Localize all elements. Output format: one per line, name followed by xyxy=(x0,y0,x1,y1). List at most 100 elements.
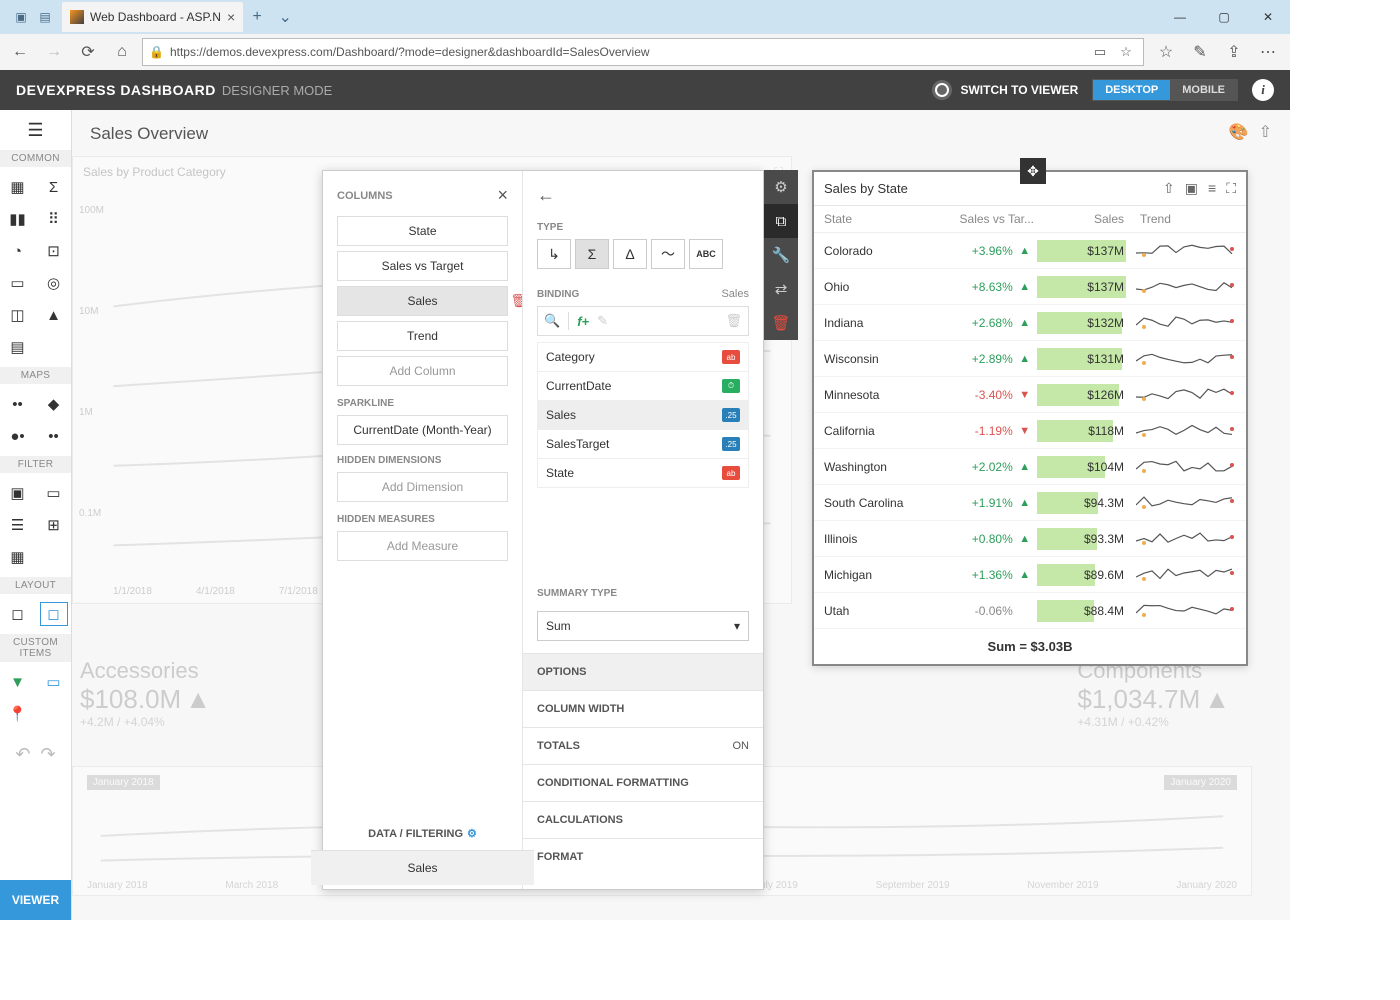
reading-view-icon[interactable]: ▭ xyxy=(1089,44,1111,60)
favorite-icon[interactable]: ☆ xyxy=(1115,44,1137,60)
window-maximize[interactable]: ▢ xyxy=(1202,2,1246,32)
switch-to-viewer-button[interactable]: SWITCH TO VIEWER xyxy=(932,80,1078,100)
totals-section[interactable]: TOTALSON xyxy=(523,727,763,764)
tab-close-icon[interactable]: × xyxy=(227,9,235,25)
add-dimension-button[interactable]: Add Dimension xyxy=(337,472,508,502)
sys-icon[interactable]: ▤ xyxy=(34,6,56,28)
scatter-icon[interactable]: ⠿ xyxy=(40,207,68,231)
type-measure-icon[interactable]: Σ xyxy=(575,239,609,269)
group-icon[interactable]: ◻ xyxy=(4,602,32,626)
calculations-section[interactable]: CALCULATIONS xyxy=(523,801,763,838)
mobile-toggle[interactable]: MOBILE xyxy=(1170,80,1237,100)
kpi-accessories[interactable]: Accessories $108.0M▲ +4.2M / +4.04% xyxy=(80,658,211,729)
gear-icon[interactable]: ⚙ xyxy=(764,170,798,204)
export-icon[interactable]: ⇧ xyxy=(1163,180,1175,197)
address-bar[interactable]: 🔒 https://demos.devexpress.com/Dashboard… xyxy=(142,38,1144,66)
binding-icon[interactable]: ⧉ xyxy=(764,204,798,238)
fx-icon[interactable]: f+ xyxy=(577,314,589,329)
notes-icon[interactable]: ✎ xyxy=(1184,42,1216,62)
table-row[interactable]: Indiana+2.68%▲$132M xyxy=(814,305,1246,341)
tab-container-icon[interactable]: ◻ xyxy=(40,602,68,626)
window-close[interactable]: ✕ xyxy=(1246,2,1290,32)
panel-footer-tab[interactable]: Sales xyxy=(311,850,534,885)
binding-item-sales[interactable]: Sales.25 xyxy=(537,401,749,430)
conditional-formatting-section[interactable]: CONDITIONAL FORMATTING xyxy=(523,764,763,801)
grid-icon[interactable]: ▦ xyxy=(4,175,32,199)
wrench-icon[interactable]: 🔧 xyxy=(764,238,798,272)
table-row[interactable]: Wisconsin+2.89%▲$131M xyxy=(814,341,1246,377)
export-icon[interactable]: ⇧ xyxy=(1259,122,1272,142)
close-icon[interactable]: × xyxy=(497,185,508,206)
gauge-icon[interactable]: ⊡ xyxy=(40,239,68,263)
forward-button[interactable]: → xyxy=(40,38,68,66)
table-row[interactable]: Ohio+8.63%▲$137M xyxy=(814,269,1246,305)
combobox-icon[interactable]: ▭ xyxy=(40,481,68,505)
table-row[interactable]: California-1.19%▼$118M xyxy=(814,413,1246,449)
column-item-sales[interactable]: Sales🗑 xyxy=(337,286,508,316)
data-filtering-button[interactable]: DATA / FILTERING⚙ xyxy=(323,817,522,850)
move-handle-icon[interactable]: ✥ xyxy=(1020,158,1046,184)
kpi-components[interactable]: Components $1,034.7M▲ +4.31M / +0.42% xyxy=(1077,658,1230,729)
redo-icon[interactable]: ↷ xyxy=(41,744,56,765)
binding-search[interactable]: 🔍 f+ ✎ 🗑 xyxy=(537,306,749,336)
back-button[interactable]: ← xyxy=(6,38,34,66)
geo-point-icon[interactable]: •• xyxy=(4,392,32,416)
table-row[interactable]: Colorado+3.96%▲$137M xyxy=(814,233,1246,269)
type-delta-icon[interactable]: Δ xyxy=(613,239,647,269)
add-measure-button[interactable]: Add Measure xyxy=(337,531,508,561)
device-toggle[interactable]: DESKTOP MOBILE xyxy=(1092,79,1238,101)
bubble-map-icon[interactable]: ●• xyxy=(4,424,32,448)
binding-item-category[interactable]: Categoryab xyxy=(537,342,749,372)
delete-icon[interactable]: 🗑 xyxy=(764,306,798,340)
new-tab-button[interactable]: + xyxy=(243,8,271,26)
back-arrow-icon[interactable]: ← xyxy=(537,185,749,206)
type-dimension-icon[interactable]: ↳ xyxy=(537,239,571,269)
table-row[interactable]: Washington+2.02%▲$104M xyxy=(814,449,1246,485)
pin-icon[interactable]: 📍 xyxy=(4,702,32,726)
pie-map-icon[interactable]: •• xyxy=(40,424,68,448)
date-filter-icon[interactable]: ▦ xyxy=(4,545,32,569)
choropleth-icon[interactable]: ◆ xyxy=(40,392,68,416)
listbox-icon[interactable]: ☰ xyxy=(4,513,32,537)
column-item-sales-vs-target[interactable]: Sales vs Target xyxy=(337,251,508,281)
type-sparkline-icon[interactable]: 〜 xyxy=(651,239,685,269)
maximize-icon[interactable]: ⛶ xyxy=(1226,180,1236,197)
table-row[interactable]: Minnesota-3.40%▼$126M xyxy=(814,377,1246,413)
image-icon[interactable]: ▲ xyxy=(40,303,68,327)
browser-tab[interactable]: Web Dashboard - ASP.N × xyxy=(62,2,243,32)
edit-icon[interactable]: ✎ xyxy=(597,313,608,329)
binding-item-salestarget[interactable]: SalesTarget.25 xyxy=(537,430,749,459)
sys-icon[interactable]: ▣ xyxy=(10,6,32,28)
palette-icon[interactable]: 🎨 xyxy=(1229,122,1249,142)
sales-by-state-grid[interactable]: ✥ Sales by State ⇧ ▣ ≡ ⛶ State Sales vs … xyxy=(812,170,1248,666)
trash-icon[interactable]: 🗑 xyxy=(510,293,522,309)
viewer-button[interactable]: VIEWER xyxy=(0,880,71,920)
bar-chart-icon[interactable]: ▮▮ xyxy=(4,207,32,231)
sparkline-item[interactable]: CurrentDate (Month-Year) xyxy=(337,415,508,445)
hamburger-icon[interactable]: ☰ xyxy=(0,110,71,150)
options-section[interactable]: OPTIONS xyxy=(523,653,763,690)
convert-icon[interactable]: ⇄ xyxy=(764,272,798,306)
binding-item-state[interactable]: Stateab xyxy=(537,459,749,488)
share-icon[interactable]: ⇪ xyxy=(1218,42,1250,62)
table-row[interactable]: Utah-0.06%$88.4M xyxy=(814,593,1246,629)
trash-icon[interactable]: 🗑 xyxy=(725,313,742,329)
more-icon[interactable]: ⋯ xyxy=(1252,42,1284,62)
sigma-icon[interactable]: Σ xyxy=(40,175,68,199)
desktop-toggle[interactable]: DESKTOP xyxy=(1093,80,1170,100)
summary-type-select[interactable]: Sum▾ xyxy=(537,611,749,641)
column-width-section[interactable]: COLUMN WIDTH xyxy=(523,690,763,727)
funnel-icon[interactable]: ▼ xyxy=(4,670,32,694)
card-icon[interactable]: ▭ xyxy=(4,271,32,295)
favorites-list-icon[interactable]: ☆ xyxy=(1150,42,1182,62)
treeview-icon[interactable]: ⊞ xyxy=(40,513,68,537)
info-icon[interactable]: i xyxy=(1252,79,1274,101)
add-column-button[interactable]: Add Column xyxy=(337,356,508,386)
custom-card-icon[interactable]: ▭ xyxy=(40,670,68,694)
treemap-icon[interactable]: ◫ xyxy=(4,303,32,327)
multiselect-icon[interactable]: ▣ xyxy=(1185,180,1198,197)
column-item-trend[interactable]: Trend xyxy=(337,321,508,351)
type-text-icon[interactable]: ABC xyxy=(689,239,723,269)
circle-icon[interactable]: ◎ xyxy=(40,271,68,295)
pie-chart-icon[interactable]: ◔ xyxy=(4,239,32,263)
